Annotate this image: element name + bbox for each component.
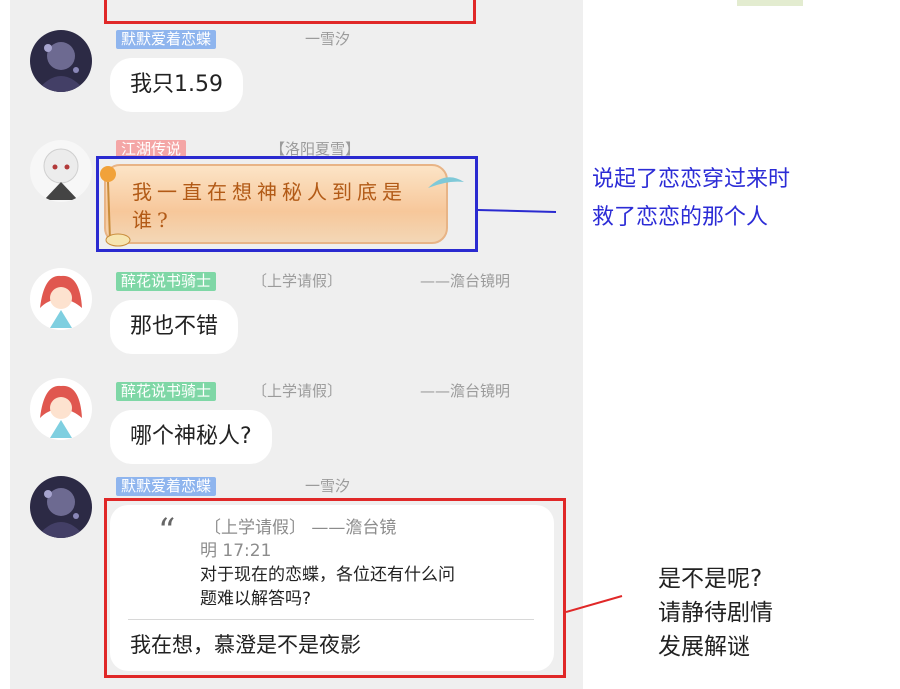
corner-thumbnail — [737, 0, 803, 6]
sender-badge: 醉花说书骑士 — [116, 382, 217, 401]
avatar-redhead-girl[interactable] — [30, 378, 92, 440]
message-text: 那也不错 — [130, 314, 219, 339]
sender-tag: 〔上学请假〕 — [252, 272, 343, 290]
annotation-text: 请静待剧情 — [658, 600, 773, 626]
highlight-box-blue — [96, 156, 478, 252]
message-text: 哪个神秘人? — [130, 424, 252, 449]
comic-chat-page: 默默爱着恋蝶 一雪汐 我只1.59 江湖传说 【洛阳夏雪】 我一直在想神秘人到底… — [0, 0, 900, 689]
sender-tail: 一雪汐 — [305, 30, 351, 48]
avatar-dark-girl[interactable] — [30, 476, 92, 538]
annotation-text: 是不是呢? — [658, 566, 763, 592]
sender-badge: 醉花说书骑士 — [116, 272, 217, 291]
sender-tail: 一雪汐 — [305, 477, 351, 495]
annotation-connector — [478, 209, 557, 213]
avatar-redhead-girl[interactable] — [30, 268, 92, 330]
sender-tail: ——澹台镜明 — [420, 382, 511, 400]
sender-tag: 〔上学请假〕 — [252, 382, 343, 400]
highlight-box-bottom — [104, 498, 566, 678]
avatar-dark-girl[interactable] — [30, 30, 92, 92]
message-text: 我只1.59 — [130, 72, 223, 97]
avatar-white-hair-girl[interactable] — [30, 140, 92, 202]
annotation-connector — [566, 595, 623, 613]
highlight-box-top — [104, 0, 476, 24]
sender-badge: 默默爱着恋蝶 — [116, 30, 217, 49]
message-bubble[interactable]: 哪个神秘人? — [110, 410, 272, 464]
annotation-text: 发展解谜 — [658, 634, 750, 660]
message-bubble[interactable]: 那也不错 — [110, 300, 239, 354]
annotation-text: 救了恋恋的那个人 — [592, 205, 769, 230]
sender-tail: ——澹台镜明 — [420, 272, 511, 290]
annotation-text: 说起了恋恋穿过来时 — [592, 167, 791, 192]
sender-badge: 默默爱着恋蝶 — [116, 477, 217, 496]
message-bubble[interactable]: 我只1.59 — [110, 58, 243, 112]
